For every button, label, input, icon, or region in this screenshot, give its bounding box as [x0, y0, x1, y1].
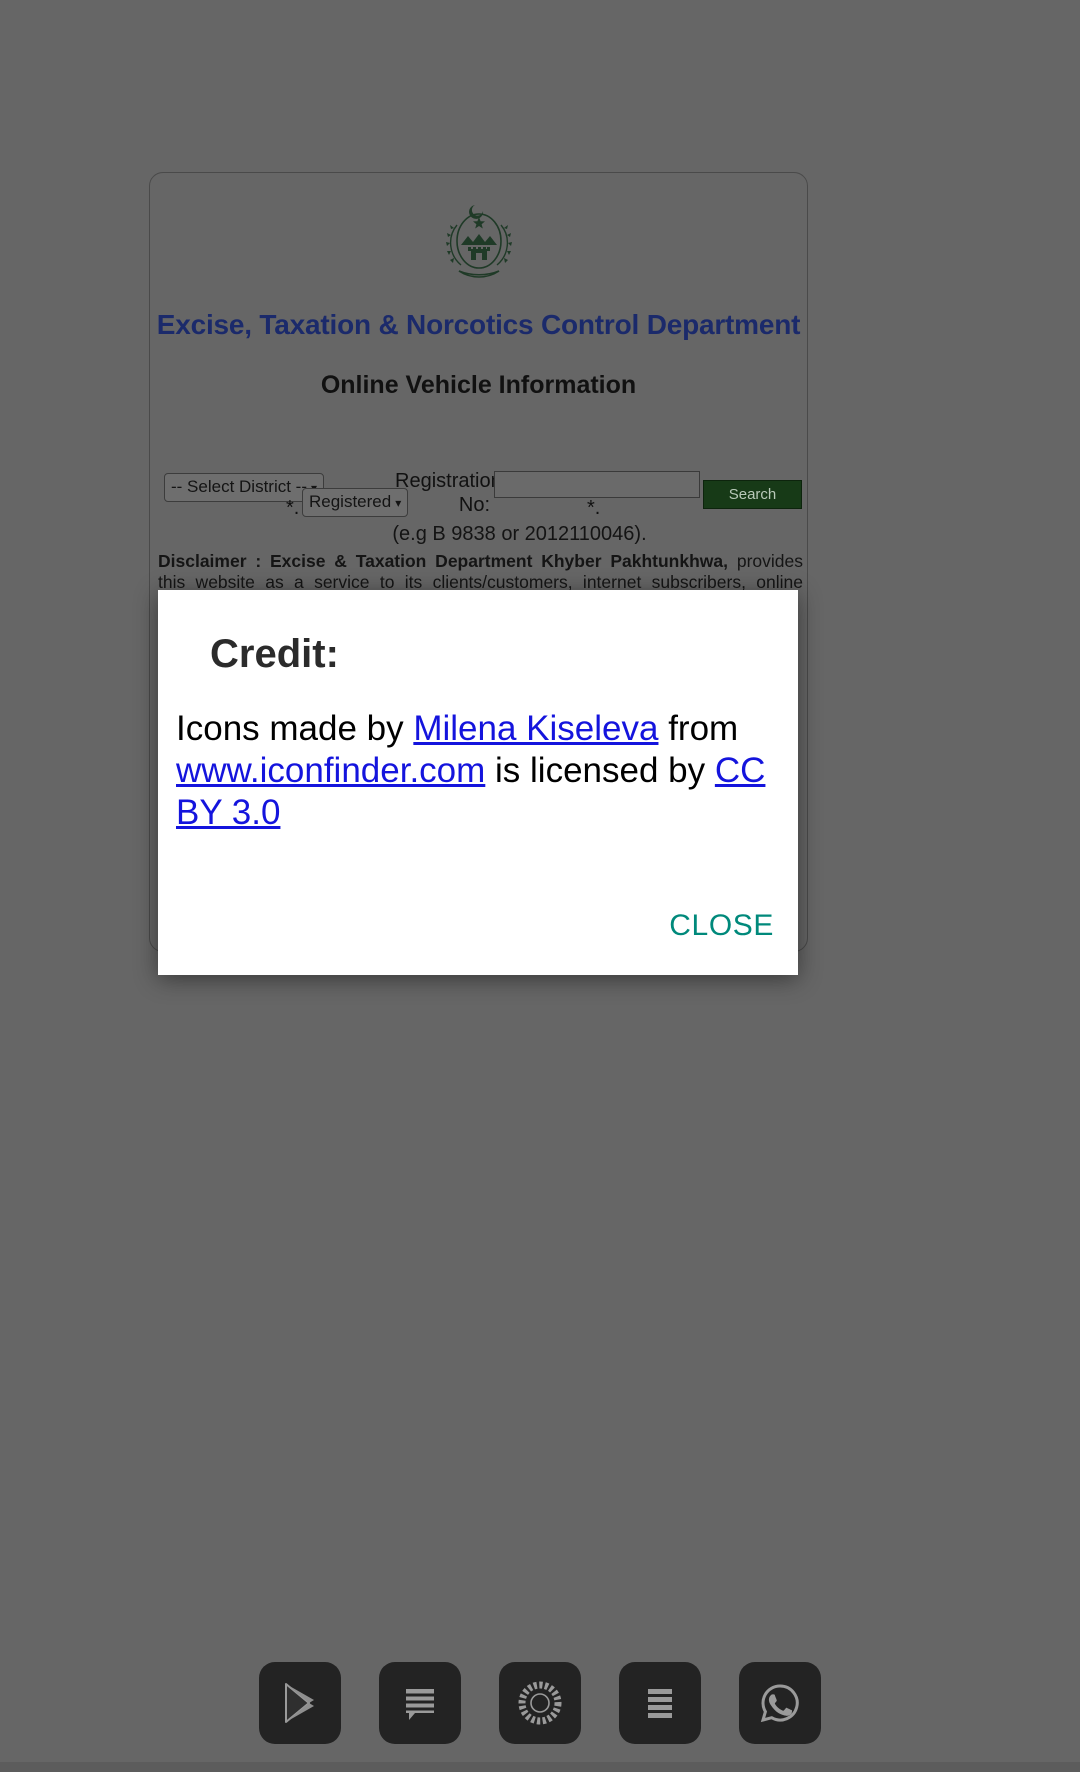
iconfinder-link[interactable]: www.iconfinder.com	[176, 751, 485, 790]
dock-item-messages[interactable]	[379, 1662, 461, 1744]
play-store-icon	[285, 1683, 314, 1723]
camera-ring-icon	[518, 1681, 562, 1725]
list-lines-icon	[648, 1689, 672, 1718]
chat-bubble-icon	[406, 1689, 434, 1720]
credit-text-license: is licensed by	[485, 751, 715, 790]
credit-text-after-author: from	[658, 709, 739, 748]
credit-text-before-author: Icons made by	[176, 709, 414, 748]
credit-dialog-title: Credit:	[210, 632, 339, 676]
credit-dialog-body: Icons made by Milena Kiseleva from www.i…	[176, 708, 784, 834]
bottom-app-dock	[0, 1662, 1080, 1744]
system-navigation-bar	[0, 1762, 1080, 1772]
credit-dialog: Credit: Icons made by Milena Kiseleva fr…	[158, 590, 798, 975]
dock-item-whatsapp[interactable]	[739, 1662, 821, 1744]
close-button[interactable]: CLOSE	[669, 909, 774, 943]
author-link[interactable]: Milena Kiseleva	[413, 709, 658, 748]
whatsapp-icon	[760, 1684, 799, 1723]
dock-item-play-store[interactable]	[259, 1662, 341, 1744]
modal-scrim[interactable]: Credit: Icons made by Milena Kiseleva fr…	[0, 0, 1080, 1772]
dock-item-camera[interactable]	[499, 1662, 581, 1744]
dock-item-list[interactable]	[619, 1662, 701, 1744]
